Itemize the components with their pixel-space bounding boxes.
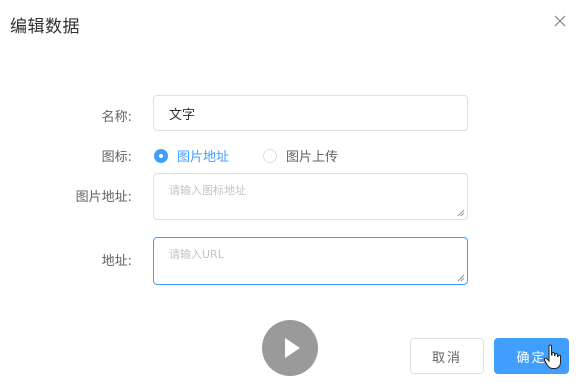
image-url-label: 图片地址:: [75, 190, 132, 205]
dialog-title: 编辑数据: [10, 17, 80, 37]
radio-image-upload-label: 图片上传: [286, 150, 339, 165]
radio-dot-unchecked: [263, 148, 277, 163]
edit-data-dialog: 编辑数据 名称: 文字 图标: 图片地址 图片上传 图片地址: 请输入图标地址 …: [0, 0, 584, 386]
name-input-value: 文字: [169, 108, 196, 123]
icon-label: 图标:: [101, 150, 132, 165]
hand-pointer-icon: [543, 344, 561, 369]
url-textarea[interactable]: 请输入URL: [153, 237, 468, 285]
image-url-textarea[interactable]: 请输入图标地址: [153, 173, 468, 220]
url-label: 地址:: [101, 254, 132, 269]
radio-image-url-label: 图片地址: [177, 150, 230, 165]
resize-handle-icon[interactable]: [457, 274, 465, 282]
radio-dot-checked: [154, 148, 168, 163]
radio-image-upload[interactable]: 图片上传: [263, 146, 338, 165]
close-icon[interactable]: [553, 14, 569, 30]
name-input[interactable]: 文字: [153, 95, 468, 131]
play-icon[interactable]: [262, 320, 318, 376]
radio-image-url[interactable]: 图片地址: [154, 146, 229, 165]
cancel-button[interactable]: 取消: [410, 338, 484, 374]
image-url-placeholder: 请输入图标地址: [169, 184, 246, 197]
resize-handle-icon[interactable]: [457, 209, 465, 217]
name-label: 名称:: [101, 110, 132, 125]
url-placeholder: 请输入URL: [169, 248, 224, 261]
